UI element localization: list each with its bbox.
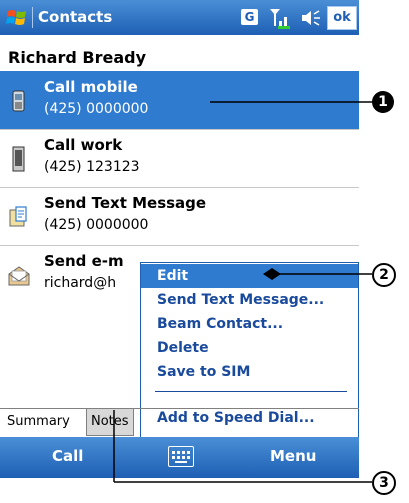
data-connection-indicator[interactable]: G <box>241 9 258 25</box>
item-label: Call mobile <box>44 78 138 96</box>
item-email: richard@h <box>44 275 117 291</box>
item-label: Call work <box>44 136 123 154</box>
work-phone-icon <box>12 146 25 172</box>
call-softkey[interactable]: Call <box>52 447 83 465</box>
text-message-icon <box>9 206 27 227</box>
contact-name: Richard Bready <box>8 48 147 67</box>
title-separator <box>32 7 33 28</box>
windows-start-icon[interactable] <box>6 7 28 29</box>
item-label: Send Text Message <box>44 194 207 212</box>
list-item-call-mobile[interactable]: Call mobile (425) 0000000 <box>0 71 359 129</box>
signal-icon[interactable] <box>268 6 292 30</box>
item-phone-number: (425) 123123 <box>44 159 140 175</box>
tab-summary[interactable]: Summary <box>3 409 74 435</box>
callout-number-3: 3 <box>372 471 396 495</box>
menu-softkey[interactable]: Menu <box>270 447 316 465</box>
callout-number-1: 1 <box>372 91 394 113</box>
device-screen: Contacts G ok Richard Bready Call mobile… <box>0 0 359 478</box>
tab-strip: Summary Notes <box>0 408 359 437</box>
menu-item-edit[interactable]: Edit <box>141 264 358 288</box>
keyboard-icon[interactable] <box>168 446 194 467</box>
volume-icon[interactable] <box>299 7 321 29</box>
title-bar: Contacts G ok <box>0 0 359 35</box>
email-icon <box>8 266 30 286</box>
menu-item-delete[interactable]: Delete <box>141 336 358 360</box>
menu-item-beam-contact[interactable]: Beam Contact... <box>141 312 358 336</box>
menu-separator <box>155 391 347 392</box>
item-phone-number: (425) 0000000 <box>44 101 149 117</box>
list-item-send-text[interactable]: Send Text Message (425) 0000000 <box>0 187 359 245</box>
menu-item-save-to-sim[interactable]: Save to SIM <box>141 360 358 384</box>
menu-item-send-text-message[interactable]: Send Text Message... <box>141 288 358 312</box>
item-label: Send e-m <box>44 252 124 270</box>
callout-number-2: 2 <box>372 263 396 287</box>
tab-notes[interactable]: Notes <box>86 409 134 436</box>
ok-button[interactable]: ok <box>327 6 357 30</box>
soft-key-bar: Call Menu <box>0 437 359 478</box>
item-phone-number: (425) 0000000 <box>44 217 149 233</box>
list-item-call-work[interactable]: Call work (425) 123123 <box>0 129 359 187</box>
mobile-phone-icon <box>12 90 25 112</box>
app-title: Contacts <box>38 8 113 26</box>
